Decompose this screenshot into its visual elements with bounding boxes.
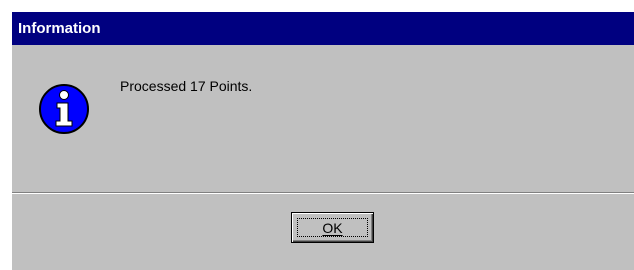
separator <box>12 192 634 194</box>
information-icon <box>39 84 89 134</box>
information-dialog: Information Processed 17 Points. OK <box>10 10 634 270</box>
window-title: Information <box>18 20 101 37</box>
title-bar[interactable]: Information <box>12 12 634 45</box>
ok-button[interactable]: OK <box>291 212 374 243</box>
focus-rectangle: OK <box>297 218 368 237</box>
dialog-message: Processed 17 Points. <box>120 78 253 94</box>
ok-button-label: OK <box>322 219 343 236</box>
